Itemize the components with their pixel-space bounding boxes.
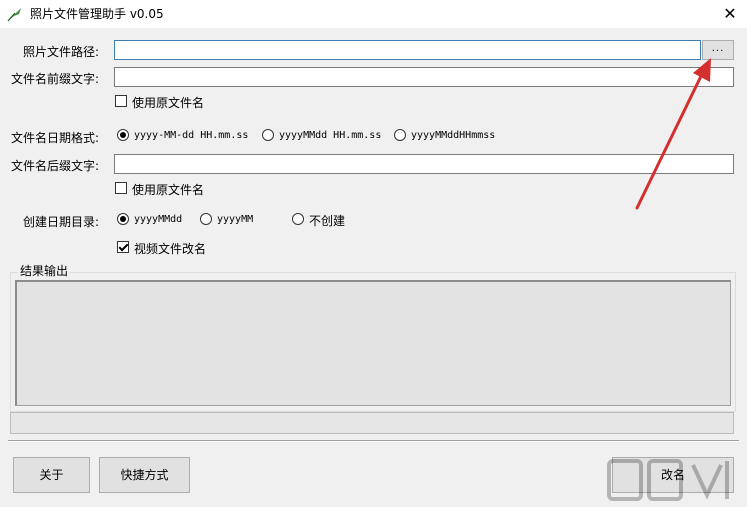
output-group-label: 结果输出	[18, 262, 71, 279]
about-button-label: 关于	[39, 468, 64, 482]
prefix-label: 文件名前缀文字:	[11, 72, 100, 86]
date-format-option-compact-spaced: yyyyMMdd HH.mm.ss	[279, 130, 382, 141]
date-dir-option-none: 不创建	[309, 214, 346, 228]
browse-button[interactable]: ...	[702, 40, 734, 60]
video-rename-label: 视频文件改名	[134, 242, 207, 256]
prefix-use-original-label: 使用原文件名	[132, 96, 205, 110]
suffix-label: 文件名后缀文字:	[11, 159, 100, 173]
date-dir-radio-month[interactable]	[200, 213, 212, 225]
shortcut-button-label: 快捷方式	[120, 468, 169, 482]
suffix-use-original-checkbox[interactable]	[115, 182, 127, 194]
app-feather-icon	[7, 8, 21, 22]
video-rename-checkbox[interactable]	[117, 241, 129, 253]
separator	[8, 440, 739, 442]
date-format-radio-dashed[interactable]	[117, 129, 129, 141]
about-button[interactable]: 关于	[13, 457, 90, 493]
date-dir-option-month: yyyyMM	[217, 214, 254, 225]
prefix-input[interactable]	[114, 67, 734, 87]
date-format-label: 文件名日期格式:	[11, 131, 100, 145]
close-icon: ✕	[723, 4, 737, 23]
prefix-use-original-checkbox[interactable]	[115, 95, 127, 107]
output-textarea[interactable]	[15, 280, 731, 406]
close-button[interactable]: ✕	[713, 0, 747, 28]
date-format-radio-compact-spaced[interactable]	[262, 129, 274, 141]
date-dir-option-day: yyyyMMdd	[134, 214, 183, 225]
suffix-use-original-label: 使用原文件名	[132, 183, 205, 197]
date-dir-radio-day[interactable]	[117, 213, 129, 225]
date-format-radio-compact[interactable]	[394, 129, 406, 141]
progress-bar	[10, 412, 734, 434]
suffix-input[interactable]	[114, 154, 734, 174]
shortcut-button[interactable]: 快捷方式	[99, 457, 190, 493]
window-title: 照片文件管理助手 v0.05	[30, 7, 164, 21]
watermark-logo-icon	[607, 459, 729, 501]
date-dir-label: 创建日期目录:	[23, 215, 100, 229]
date-format-option-compact: yyyyMMddHHmmss	[411, 130, 496, 141]
browse-button-label: ...	[711, 43, 725, 54]
date-dir-radio-none[interactable]	[292, 213, 304, 225]
photo-path-input[interactable]	[114, 40, 701, 60]
photo-path-label: 照片文件路径:	[23, 45, 100, 59]
date-format-option-dashed: yyyy-MM-dd HH.mm.ss	[134, 130, 249, 141]
title-bar: 照片文件管理助手 v0.05 ✕	[0, 0, 747, 28]
